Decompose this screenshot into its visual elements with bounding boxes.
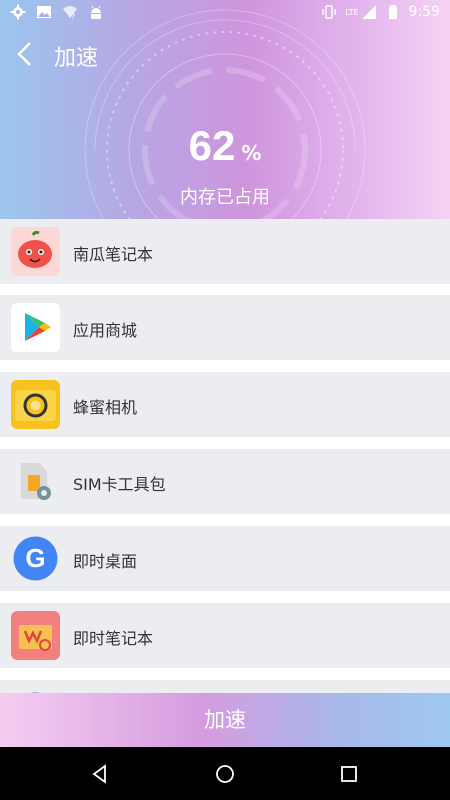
app-list: 南瓜笔记本 应用商城 蜂蜜相机 SIM卡工具包 G 即时桌面 即时笔记本 bbox=[0, 219, 450, 693]
list-item[interactable]: 蜂蜜相机 bbox=[0, 372, 450, 437]
back-arrow-icon[interactable] bbox=[10, 38, 42, 70]
wifi-question-icon: ? bbox=[63, 6, 77, 20]
back-nav-icon[interactable] bbox=[87, 761, 113, 787]
app-name: SIM卡工具包 bbox=[73, 475, 166, 494]
google-icon: G bbox=[11, 534, 60, 583]
navigation-bar bbox=[0, 747, 450, 800]
lte-label: LTE bbox=[345, 7, 359, 17]
gear-icon bbox=[10, 4, 26, 20]
image-icon bbox=[37, 6, 51, 18]
memory-label: 内存已占用 bbox=[180, 187, 270, 208]
clock: 9:59 bbox=[408, 4, 440, 20]
list-item[interactable]: SIM卡工具包 bbox=[0, 449, 450, 514]
home-nav-icon[interactable] bbox=[212, 761, 238, 787]
app-name: 即时桌面 bbox=[73, 552, 138, 571]
app-name: 蜂蜜相机 bbox=[73, 398, 138, 417]
memory-percent-value: 62 bbox=[188, 122, 236, 169]
list-item[interactable]: 南瓜笔记本 bbox=[0, 219, 450, 284]
status-bar: ? LTE 9:59 bbox=[0, 0, 450, 28]
pumpkin-notes-icon bbox=[11, 227, 60, 276]
android-icon bbox=[91, 5, 101, 19]
play-store-icon bbox=[11, 303, 60, 352]
svg-text:?: ? bbox=[71, 12, 75, 20]
app-name: 南瓜笔记本 bbox=[73, 245, 154, 264]
memory-usage: 62% bbox=[0, 122, 450, 170]
memory-percent-unit: % bbox=[241, 141, 262, 165]
battery-icon bbox=[388, 5, 397, 19]
header-banner: ? LTE 9:59 加速 62 % 内存已占用 bbox=[0, 0, 450, 219]
signal-icon bbox=[361, 5, 376, 19]
app-name: 应用商城 bbox=[73, 321, 138, 340]
accelerate-button[interactable]: 加速 bbox=[0, 693, 450, 747]
list-item[interactable]: G 即时桌面 bbox=[0, 526, 450, 591]
instant-notes-icon bbox=[11, 611, 60, 660]
app-name: 即时笔记本 bbox=[73, 629, 154, 648]
honey-camera-icon bbox=[11, 380, 60, 429]
list-item[interactable] bbox=[0, 680, 450, 693]
list-item[interactable]: 应用商城 bbox=[0, 295, 450, 360]
vibrate-icon bbox=[322, 5, 336, 19]
recents-nav-icon[interactable] bbox=[336, 761, 362, 787]
svg-text:G: G bbox=[25, 543, 45, 573]
sim-toolkit-icon bbox=[11, 457, 60, 506]
list-item[interactable]: 即时笔记本 bbox=[0, 603, 450, 668]
title-bar: 加速 bbox=[0, 30, 450, 78]
page-title: 加速 bbox=[54, 46, 99, 71]
